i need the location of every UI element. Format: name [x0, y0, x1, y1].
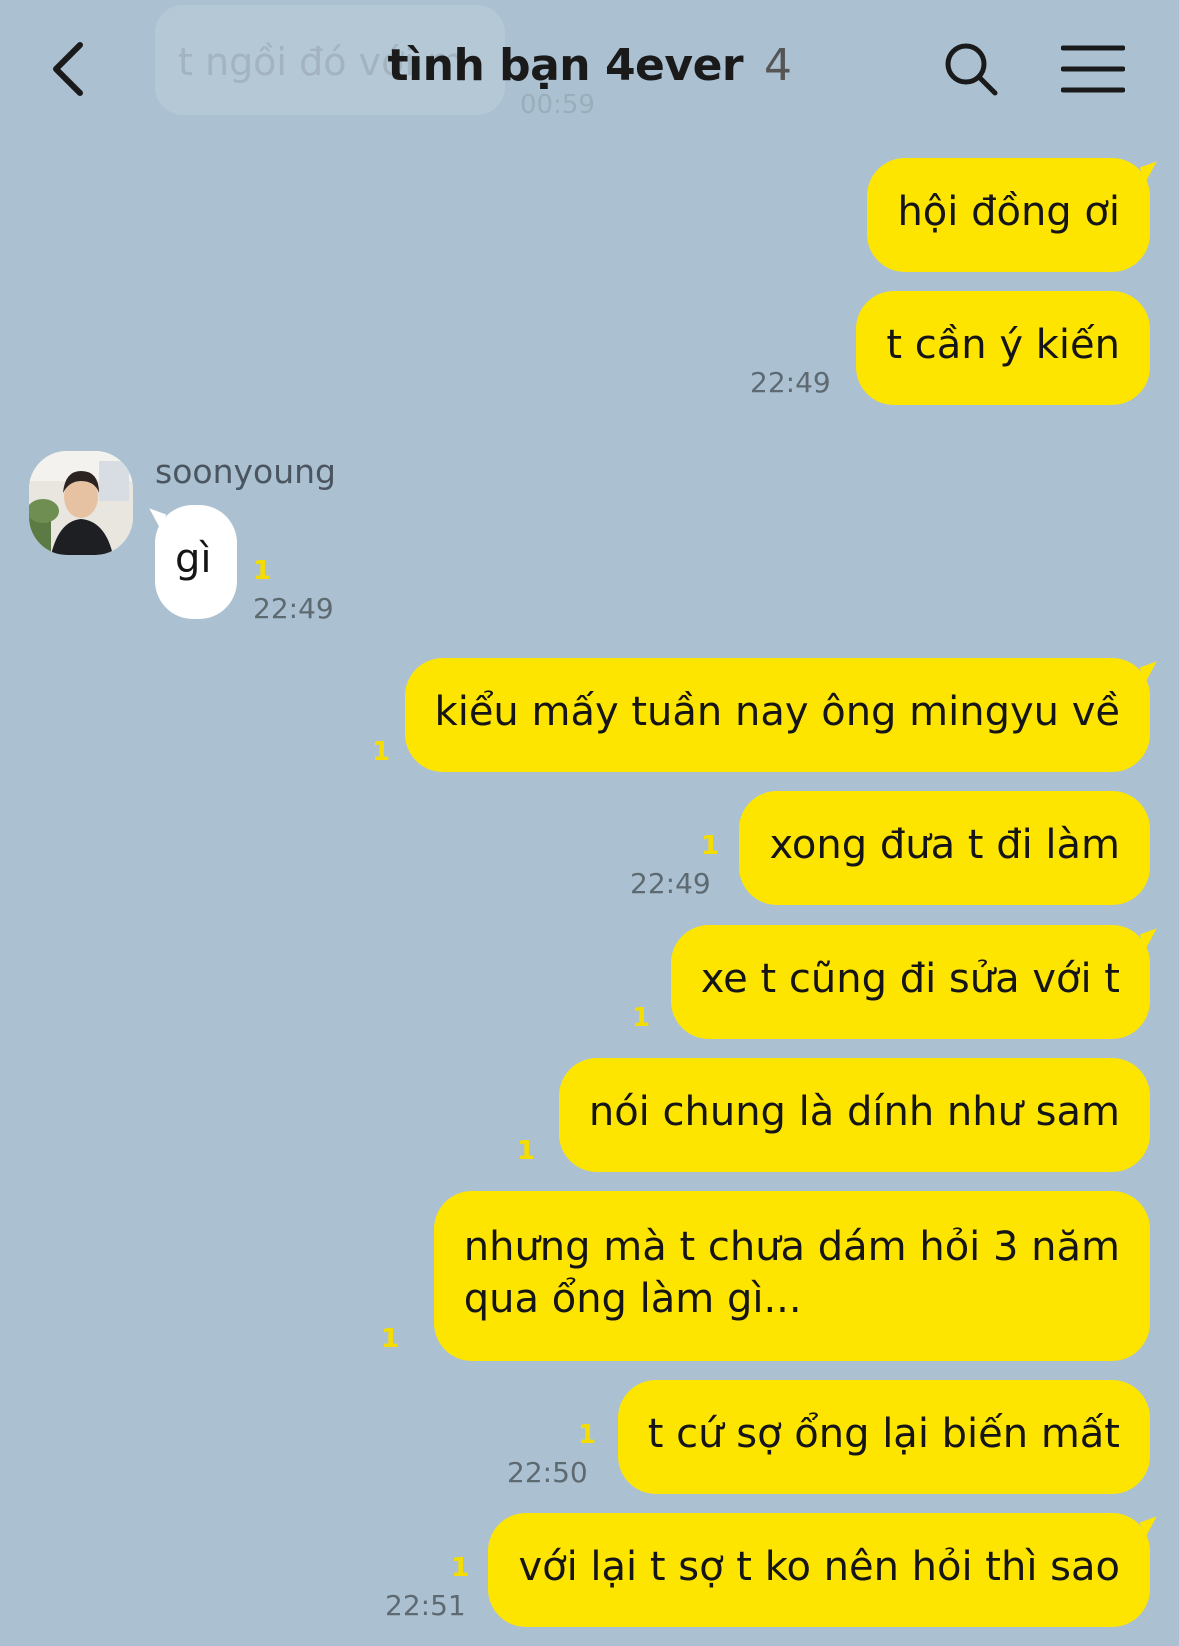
chat-header: tình bạn 4ever 4	[0, 0, 1179, 140]
search-icon	[945, 43, 998, 96]
message-text: gì	[175, 536, 212, 582]
message-text: nói chung là dính như sam	[588, 1089, 1120, 1135]
message-time: 22:51	[385, 1589, 466, 1622]
unread-count: 1	[517, 1136, 536, 1166]
outgoing-message[interactable]: nhưng mà t chưa dám hỏi 3 năm qua ổng là…	[433, 1191, 1150, 1361]
message-text-line-2: qua ổng làm gì...	[463, 1276, 802, 1322]
message-time: 22:49	[253, 592, 334, 625]
message-text: với lại t sợ t ko nên hỏi thì sao	[518, 1544, 1120, 1590]
member-count: 4	[763, 40, 792, 91]
unread-count: 1	[701, 831, 720, 861]
avatar[interactable]	[29, 451, 133, 555]
chat-title-text: tình bạn 4ever	[387, 40, 744, 91]
message-text: t cần ý kiến	[886, 322, 1120, 368]
menu-icon	[1061, 45, 1125, 93]
profile-photo-icon	[29, 451, 133, 555]
unread-count: 1	[632, 1003, 651, 1033]
outgoing-message[interactable]: kiểu mấy tuần nay ông mingyu về	[404, 658, 1150, 772]
message-time: 22:50	[507, 1456, 588, 1489]
unread-count: 1	[381, 1324, 400, 1354]
outgoing-message[interactable]: xong đưa t đi làm	[739, 791, 1150, 905]
outgoing-message[interactable]: hội đồng ơi	[867, 158, 1150, 272]
outgoing-message[interactable]: xe t cũng đi sửa với t	[670, 925, 1150, 1039]
unread-count: 1	[253, 556, 272, 586]
search-button[interactable]	[938, 36, 1004, 102]
menu-button[interactable]	[1060, 36, 1126, 102]
message-text: kiểu mấy tuần nay ông mingyu về	[434, 689, 1120, 735]
message-text: hội đồng ơi	[897, 189, 1120, 235]
outgoing-message[interactable]: t cần ý kiến	[856, 291, 1150, 405]
message-text: xe t cũng đi sửa với t	[700, 956, 1120, 1002]
message-text: xong đưa t đi làm	[769, 822, 1120, 868]
message-text-line-1: nhưng mà t chưa dám hỏi 3 năm	[463, 1224, 1120, 1270]
message-text: t cứ sợ ổng lại biến mất	[647, 1411, 1120, 1457]
sender-name: soonyoung	[155, 452, 336, 491]
outgoing-message[interactable]: nói chung là dính như sam	[558, 1058, 1150, 1172]
message-time: 22:49	[750, 366, 831, 399]
unread-count: 1	[578, 1420, 597, 1450]
unread-count: 1	[451, 1553, 470, 1583]
message-time: 22:49	[630, 867, 711, 900]
outgoing-message[interactable]: với lại t sợ t ko nên hỏi thì sao	[488, 1513, 1150, 1627]
incoming-message[interactable]: gì	[155, 505, 237, 619]
unread-count: 1	[372, 737, 391, 767]
outgoing-message[interactable]: t cứ sợ ổng lại biến mất	[617, 1380, 1150, 1494]
